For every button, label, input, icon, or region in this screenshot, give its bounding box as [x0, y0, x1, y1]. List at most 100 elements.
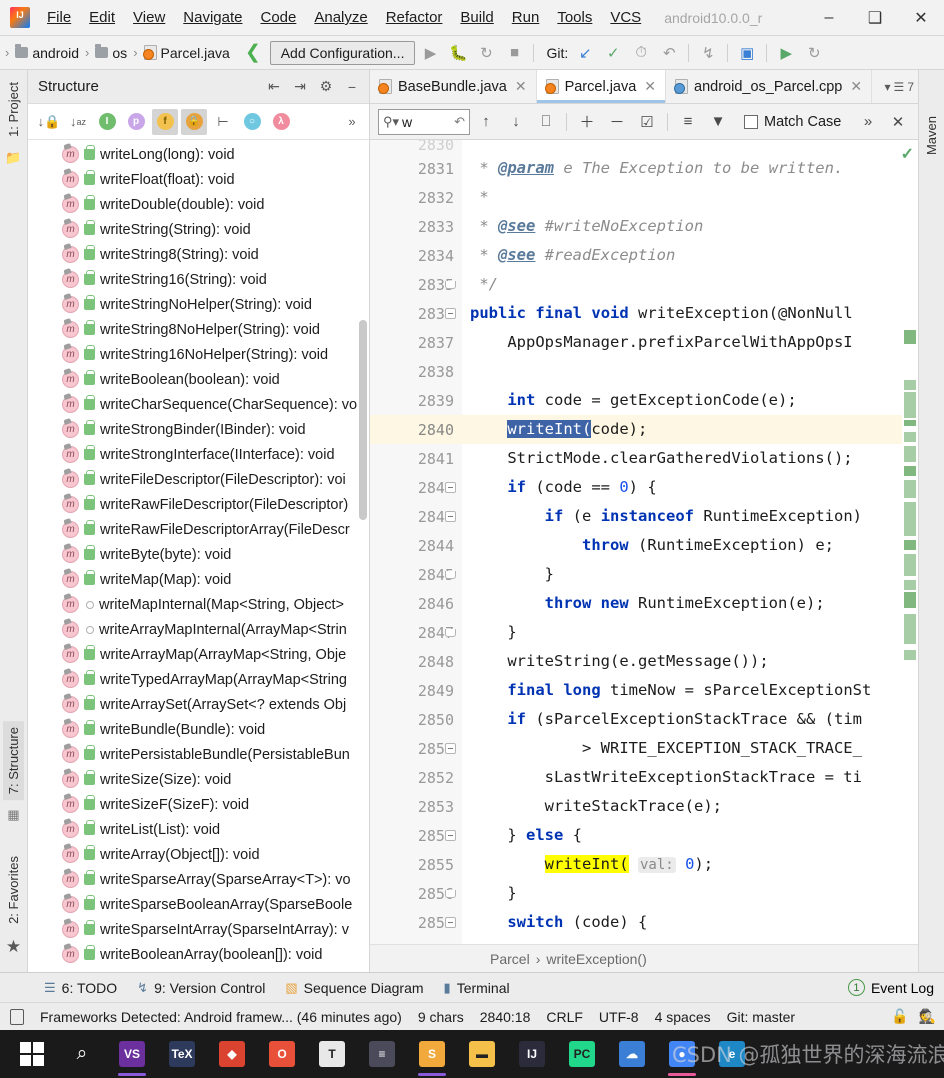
sublime-text-icon[interactable]: S [408, 1030, 456, 1078]
list-item[interactable]: m writeString16(String): void [28, 267, 369, 292]
list-item[interactable]: m writeTypedArrayMap(ArrayMap<String [28, 667, 369, 692]
run-icon[interactable]: ▶ [417, 44, 443, 62]
collapse-all-icon[interactable]: ⇥ [289, 78, 311, 95]
status-branch[interactable]: Git: master [727, 1009, 795, 1025]
breadcrumb-method[interactable]: writeException() [546, 951, 646, 967]
list-item[interactable]: m writeArrayMapInternal(ArrayMap<Strin [28, 617, 369, 642]
tool-window-terminal[interactable]: ▮ Terminal [444, 980, 510, 996]
list-item[interactable]: m writePersistableBundle(PersistableBun [28, 742, 369, 767]
list-item[interactable]: m writeArray(Object[]): void [28, 842, 369, 867]
code-line[interactable]: } [462, 879, 902, 908]
intellij-idea-icon[interactable]: IJ [508, 1030, 556, 1078]
notification-icon[interactable] [10, 1008, 24, 1025]
menu-vcs[interactable]: VCS [601, 6, 650, 29]
code-line[interactable]: } [462, 560, 902, 589]
minimize-button[interactable]: – [806, 0, 852, 36]
close-icon[interactable]: ✕ [850, 78, 862, 95]
tool-window-todo[interactable]: ☰ 6: TODO [44, 980, 117, 996]
list-item[interactable]: m writeLong(long): void [28, 142, 369, 167]
list-item[interactable]: m writeBooleanArray(boolean[]): void [28, 942, 369, 967]
tool-window-version-control[interactable]: ↯ 9: Version Control [137, 980, 265, 996]
list-item[interactable]: m writeStringNoHelper(String): void [28, 292, 369, 317]
menu-analyze[interactable]: Analyze [305, 6, 376, 29]
list-item[interactable]: m writeArrayMap(ArrayMap<String, Obje [28, 642, 369, 667]
list-item[interactable]: m writeSparseBooleanArray(SparseBoole [28, 892, 369, 917]
list-item[interactable]: m writeSize(Size): void [28, 767, 369, 792]
event-log-area[interactable]: 1 Event Log [847, 979, 944, 996]
code-line[interactable]: } else { [462, 821, 902, 850]
code-line[interactable]: } [462, 618, 902, 647]
edge-icon[interactable]: e [708, 1030, 756, 1078]
menu-refactor[interactable]: Refactor [377, 6, 452, 29]
fold-mid-icon[interactable] [445, 570, 456, 579]
fold-mid-icon[interactable] [445, 280, 456, 289]
breadcrumb-class[interactable]: Parcel [490, 951, 530, 967]
code-line[interactable]: * @see #writeNoException [462, 212, 902, 241]
chrome-icon[interactable]: ● [658, 1030, 706, 1078]
start-button[interactable] [8, 1030, 56, 1078]
visual-studio-code-icon[interactable]: VS [108, 1030, 156, 1078]
breadcrumb-parcel-java[interactable]: Parcel.java [141, 44, 233, 62]
list-item[interactable]: m writeMap(Map): void [28, 567, 369, 592]
close-icon[interactable]: ✕ [644, 78, 656, 95]
search-icon[interactable]: ⌕ [58, 1030, 106, 1078]
structure-tree[interactable]: m writeLong(long): void m writeFloat(float)… [28, 140, 369, 972]
list-item[interactable]: m writeArraySet(ArraySet<? extends Obj [28, 692, 369, 717]
fold-mid-icon[interactable] [445, 889, 456, 898]
list-item[interactable]: m writeDouble(double): void [28, 192, 369, 217]
code-line[interactable]: writeInt( val: 0); [462, 850, 902, 879]
code-line[interactable]: if (sParcelExceptionStackTrace && (tim [462, 705, 902, 734]
close-button[interactable]: ✕ [898, 0, 944, 36]
tab-basebundle-java[interactable]: BaseBundle.java ✕ [370, 70, 537, 103]
list-item[interactable]: m writeRawFileDescriptor(FileDescriptor) [28, 492, 369, 517]
editor-icon[interactable]: ≡ [358, 1030, 406, 1078]
tab-android-os-parcel-cpp[interactable]: android_os_Parcel.cpp ✕ [666, 70, 873, 103]
typora-icon[interactable]: T [308, 1030, 356, 1078]
code-line[interactable]: sLastWriteExceptionStackTrace = ti [462, 763, 902, 792]
menu-build[interactable]: Build [451, 6, 502, 29]
file-explorer-icon[interactable]: ▬ [458, 1030, 506, 1078]
list-item[interactable]: m writeByte(byte): void [28, 542, 369, 567]
code-editor[interactable]: 2830 2831 2832 2833 2834 2835 2836 2837 2838 2839… [370, 140, 918, 944]
hide-icon[interactable]: − [341, 79, 363, 95]
code-line[interactable] [462, 357, 902, 386]
status-message[interactable]: Frameworks Detected: Android framew... (… [40, 1009, 402, 1025]
find-next-icon[interactable]: ↓ [502, 113, 530, 130]
show-anonymous-icon[interactable]: ○ [239, 109, 265, 135]
find-previous-icon[interactable]: ↑ [472, 113, 500, 130]
fold-minus-icon[interactable] [445, 830, 456, 841]
more-actions-icon[interactable]: » [339, 109, 365, 135]
code-line[interactable]: switch (code) { [462, 908, 902, 937]
menu-run[interactable]: Run [503, 6, 549, 29]
code-line[interactable]: * [462, 183, 902, 212]
code-line[interactable]: StrictMode.clearGatheredViolations(); [462, 444, 902, 473]
onedrive-icon[interactable]: ☁ [608, 1030, 656, 1078]
list-item[interactable]: m writeRawFileDescriptorArray(FileDescr [28, 517, 369, 542]
find-close-icon[interactable]: ✕ [884, 113, 912, 131]
list-item[interactable]: m writeCharSequence(CharSequence): vo [28, 392, 369, 417]
list-item[interactable]: m writeMapInternal(Map<String, Object> [28, 592, 369, 617]
code-line[interactable]: int code = getExceptionCode(e); [462, 386, 902, 415]
sort-by-visibility-icon[interactable]: ↓🔒 [36, 109, 62, 135]
tab-overflow[interactable]: ▾ ☰ 7 [885, 70, 918, 103]
debug-icon[interactable]: 🐛 [445, 44, 471, 62]
matlab-icon[interactable]: ◆ [208, 1030, 256, 1078]
status-caret-position[interactable]: 2840:18 [480, 1009, 531, 1025]
show-lambdas-icon[interactable]: λ [268, 109, 294, 135]
coverage-icon[interactable]: ↻ [473, 44, 499, 62]
code-line[interactable]: public final void writeException(@NonNul… [462, 299, 902, 328]
fold-minus-icon[interactable] [445, 917, 456, 928]
list-item[interactable]: m writeList(List): void [28, 817, 369, 842]
fold-minus-icon[interactable] [445, 308, 456, 319]
list-item[interactable]: m writeString(String): void [28, 217, 369, 242]
code-line[interactable]: > WRITE_EXCEPTION_STACK_TRACE_ [462, 734, 902, 763]
avd-manager-icon[interactable]: ▶ [773, 44, 799, 62]
fold-minus-icon[interactable] [445, 511, 456, 522]
list-item[interactable]: m writeStrongInterface(IInterface): void [28, 442, 369, 467]
breadcrumb-android[interactable]: android [12, 44, 82, 62]
code-line[interactable]: writeString(e.getMessage()); [462, 647, 902, 676]
list-item[interactable]: m writeString8(String): void [28, 242, 369, 267]
list-item[interactable]: m writeString8NoHelper(String): void [28, 317, 369, 342]
close-icon[interactable]: ✕ [515, 78, 527, 95]
code-line[interactable]: if (e instanceof RuntimeException) [462, 502, 902, 531]
